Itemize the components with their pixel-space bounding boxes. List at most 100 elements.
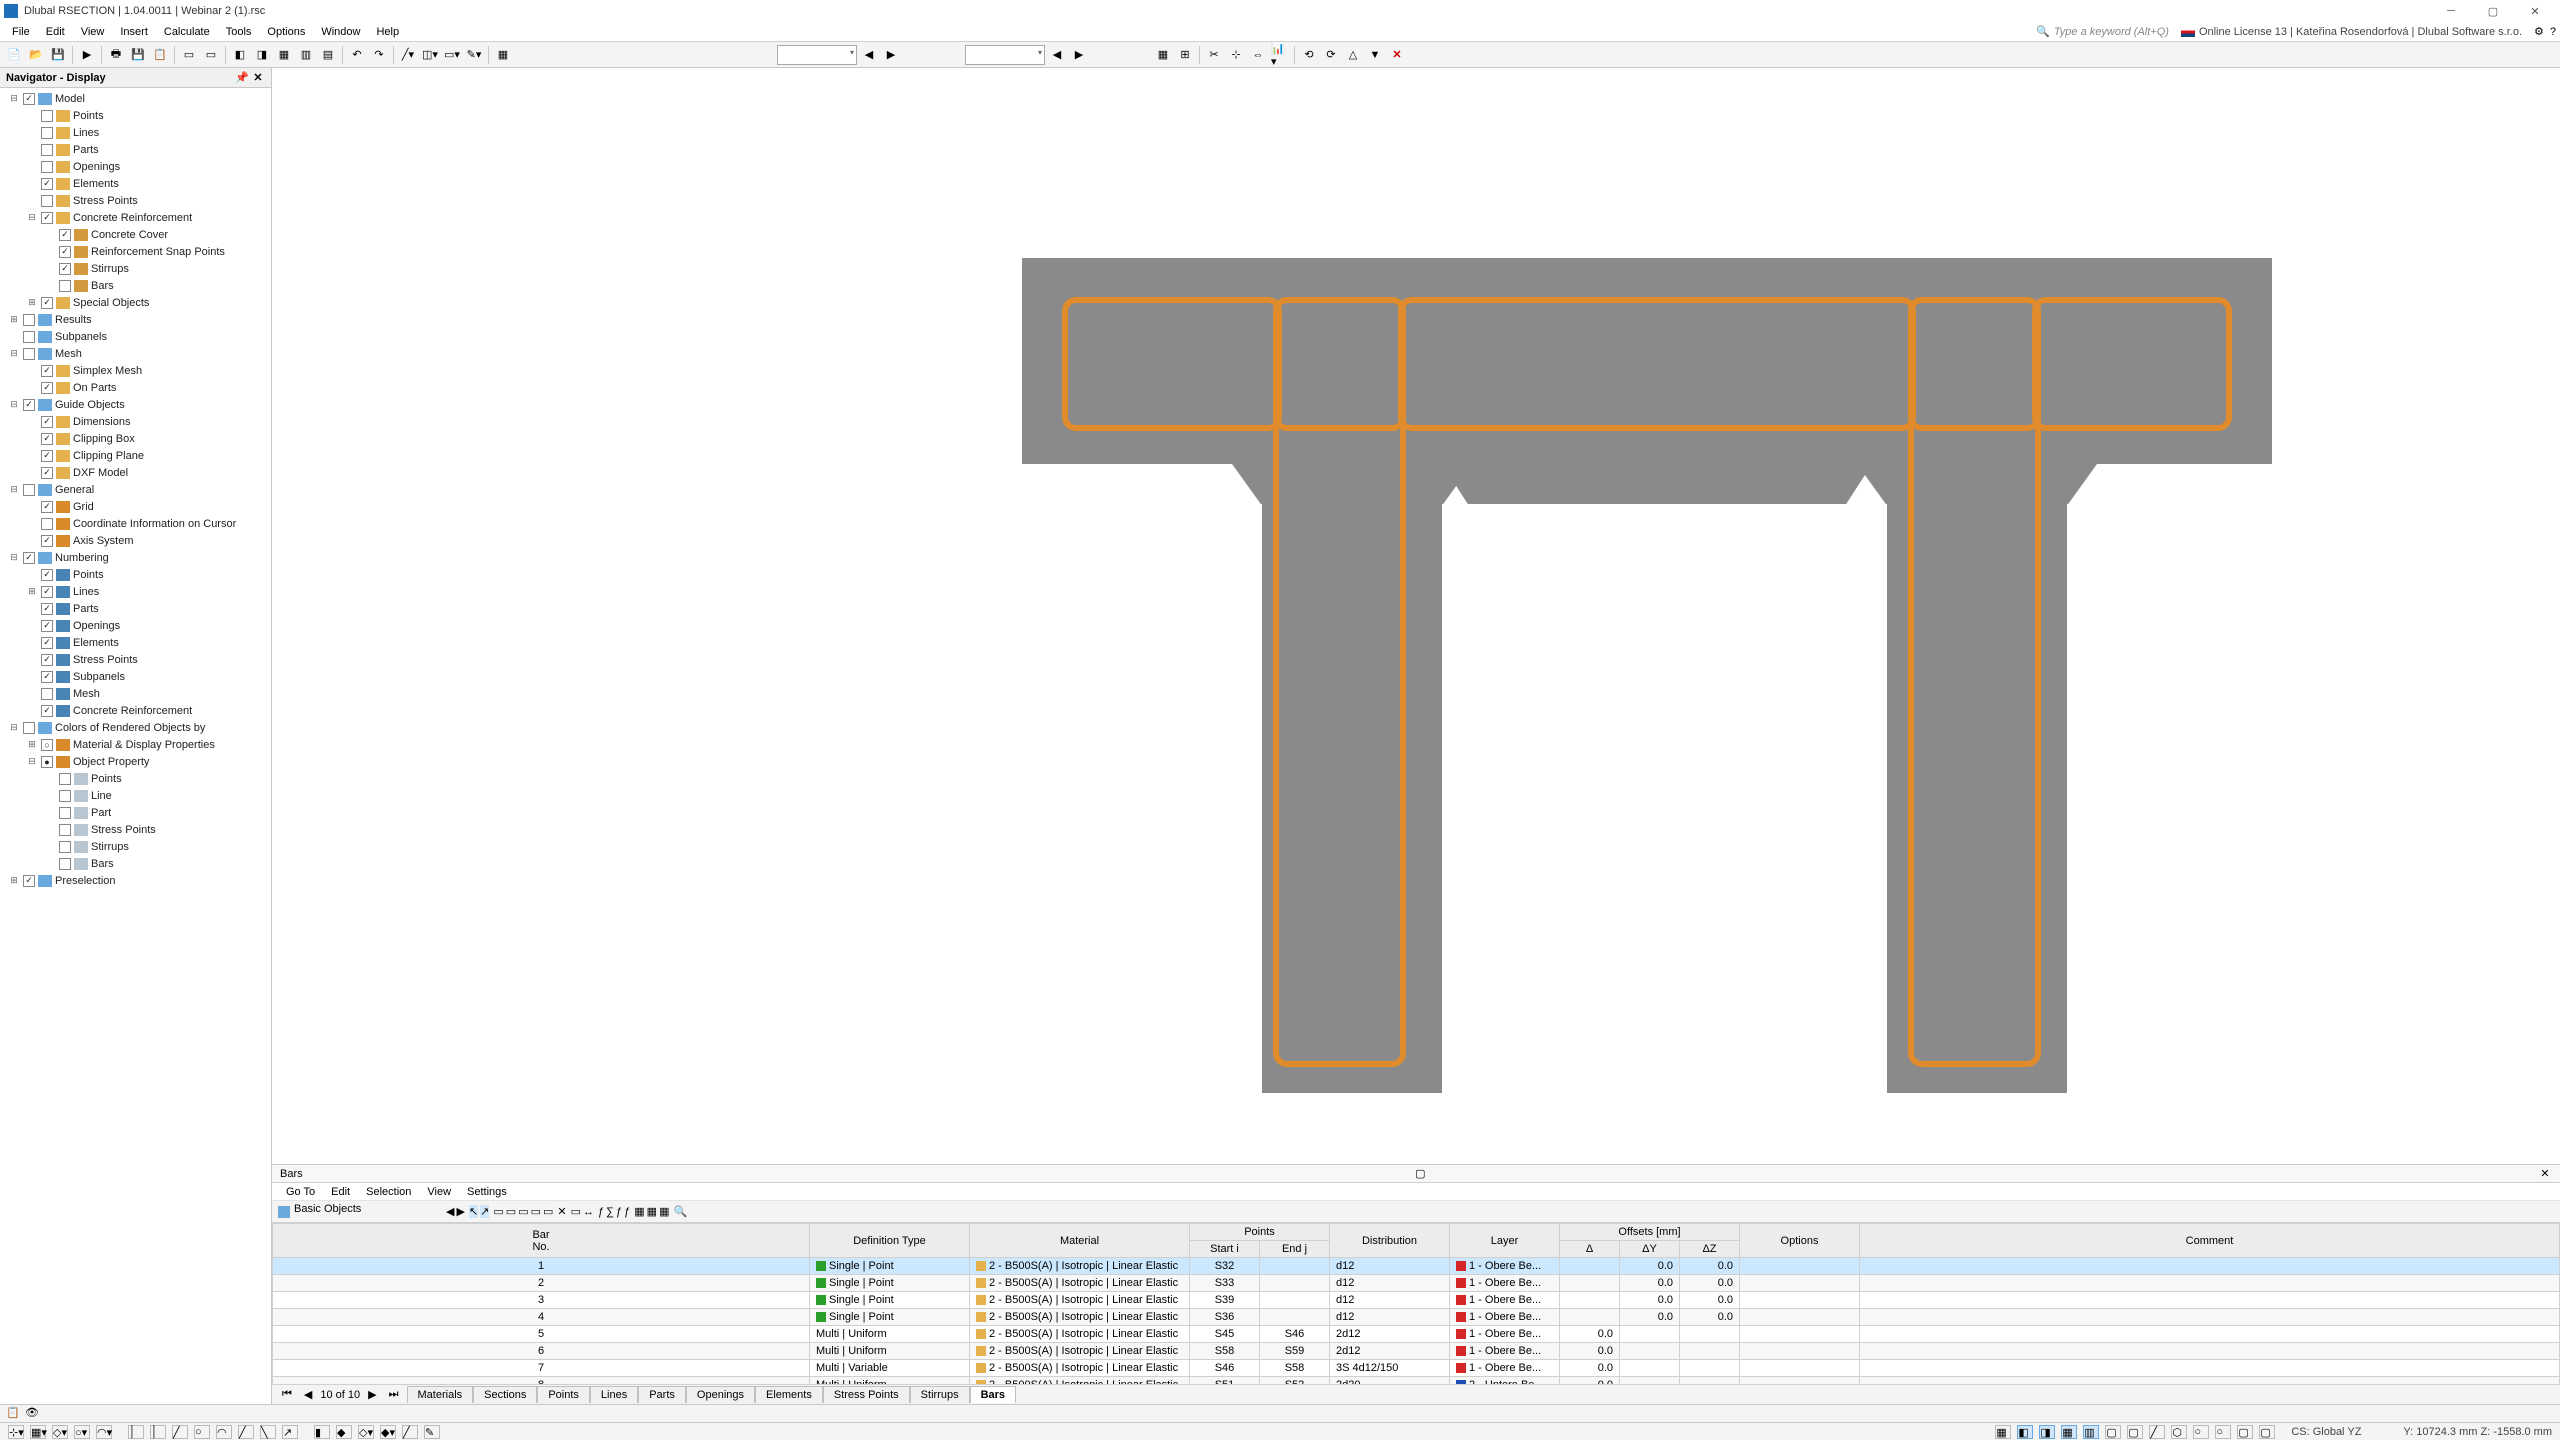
maximize-button[interactable]: ▢ xyxy=(2472,0,2514,22)
tbl-g2-icon[interactable]: ▦ xyxy=(647,1205,657,1218)
view5-icon[interactable]: ▤ xyxy=(318,45,338,65)
tbl-fn-icon[interactable]: ƒ xyxy=(598,1206,604,1218)
tree-preselection[interactable]: ⊞Preselection xyxy=(0,872,271,889)
next2-icon[interactable]: ▶ xyxy=(1069,45,1089,65)
sb-l5-icon[interactable]: ◠ xyxy=(216,1425,232,1439)
sb-snap-icon[interactable]: ⊹▾ xyxy=(8,1425,24,1439)
tree-lines[interactable]: ⊞Lines xyxy=(0,583,271,600)
save-icon[interactable]: 💾 xyxy=(48,45,68,65)
tbl-fn4-icon[interactable]: ƒ xyxy=(624,1206,630,1218)
navigator-tree[interactable]: ⊟ModelPointsLinesPartsOpeningsElementsSt… xyxy=(0,88,271,1404)
tree-mesh[interactable]: ⊟Mesh xyxy=(0,345,271,362)
menu-file[interactable]: File xyxy=(4,26,38,38)
combo-1[interactable] xyxy=(777,45,857,65)
tree-lines[interactable]: Lines xyxy=(0,124,271,141)
tree-guide-objects[interactable]: ⊟Guide Objects xyxy=(0,396,271,413)
redo-icon[interactable]: ↷ xyxy=(369,45,389,65)
tbl-fn3-icon[interactable]: ƒ xyxy=(616,1206,622,1218)
tbl-fn2-icon[interactable]: ∑ xyxy=(606,1206,614,1218)
tree-openings[interactable]: Openings xyxy=(0,617,271,634)
tab-sections[interactable]: Sections xyxy=(473,1386,537,1403)
sb-v12-icon[interactable]: ▢ xyxy=(2237,1425,2253,1439)
tbl-t2-icon[interactable]: ▭ xyxy=(506,1205,516,1218)
doc-icon[interactable]: ▭ xyxy=(179,45,199,65)
tree-model[interactable]: ⊟Model xyxy=(0,90,271,107)
rotate2-icon[interactable]: ⟳ xyxy=(1321,45,1341,65)
sb-n-icon[interactable]: ◆ xyxy=(336,1425,352,1439)
sb-l2-icon[interactable]: │ xyxy=(150,1425,166,1439)
next-icon[interactable]: ▶ xyxy=(881,45,901,65)
tbl-g1-icon[interactable]: ▦ xyxy=(634,1205,644,1218)
tbl-t3-icon[interactable]: ▭ xyxy=(518,1205,528,1218)
tree-openings[interactable]: Openings xyxy=(0,158,271,175)
prev2-icon[interactable]: ◀ xyxy=(1047,45,1067,65)
menu-window[interactable]: Window xyxy=(313,26,368,38)
menu-edit[interactable]: Edit xyxy=(38,26,73,38)
tree-stress-points[interactable]: Stress Points xyxy=(0,651,271,668)
sb-v10-icon[interactable]: ○ xyxy=(2193,1425,2209,1439)
sb-v3-icon[interactable]: ◨ xyxy=(2039,1425,2055,1439)
line-tool-icon[interactable]: ╱▾ xyxy=(398,45,418,65)
tree-object-property[interactable]: ⊟●Object Property xyxy=(0,753,271,770)
sb-a-icon[interactable]: ○▾ xyxy=(74,1425,90,1439)
tree-bars[interactable]: Bars xyxy=(0,277,271,294)
tab-materials[interactable]: Materials xyxy=(407,1386,474,1403)
tree-points[interactable]: Points xyxy=(0,566,271,583)
tree-reinforcement-snap-points[interactable]: Reinforcement Snap Points xyxy=(0,243,271,260)
menu-options[interactable]: Options xyxy=(259,26,313,38)
doc2-icon[interactable]: ▭ xyxy=(201,45,221,65)
tblmenu-settings[interactable]: Settings xyxy=(459,1186,515,1198)
table-row[interactable]: 3Single | Point2 - B500S(A) | Isotropic … xyxy=(273,1292,2560,1309)
table-row[interactable]: 4Single | Point2 - B500S(A) | Isotropic … xyxy=(273,1309,2560,1326)
sb-q-icon[interactable]: ╱ xyxy=(402,1425,418,1439)
tree-points[interactable]: Points xyxy=(0,770,271,787)
grid-icon[interactable]: ▦ xyxy=(1153,45,1173,65)
tab-lines[interactable]: Lines xyxy=(590,1386,638,1403)
tbl-search-icon[interactable]: 🔍 xyxy=(673,1205,687,1218)
tbl-t4-icon[interactable]: ▭ xyxy=(531,1205,541,1218)
table-grid[interactable]: BarNo.Definition TypeMaterialPointsDistr… xyxy=(272,1223,2560,1384)
measure-icon[interactable]: ✂ xyxy=(1204,45,1224,65)
sb-v7-icon[interactable]: ▢ xyxy=(2127,1425,2143,1439)
tree-grid[interactable]: Grid xyxy=(0,498,271,515)
table-close-icon[interactable]: ✕ xyxy=(2538,1167,2552,1180)
snap-icon[interactable]: ⊹ xyxy=(1226,45,1246,65)
sb-v2-icon[interactable]: ◧ xyxy=(2017,1425,2033,1439)
sb-l4-icon[interactable]: ○ xyxy=(194,1425,210,1439)
rect-tool-icon[interactable]: ▭▾ xyxy=(442,45,462,65)
open-icon[interactable]: 📂 xyxy=(26,45,46,65)
menu-tools[interactable]: Tools xyxy=(218,26,260,38)
panel2-icon[interactable]: 👁 xyxy=(25,1406,41,1422)
tblmenu-go-to[interactable]: Go To xyxy=(278,1186,323,1198)
tab-elements[interactable]: Elements xyxy=(755,1386,823,1403)
sb-v6-icon[interactable]: ▢ xyxy=(2105,1425,2121,1439)
x-icon[interactable]: ✕ xyxy=(1387,45,1407,65)
sb-b-icon[interactable]: ◠▾ xyxy=(96,1425,112,1439)
sb-v5-icon[interactable]: ▥ xyxy=(2083,1425,2099,1439)
tree-points[interactable]: Points xyxy=(0,107,271,124)
sb-v8-icon[interactable]: ╱ xyxy=(2149,1425,2165,1439)
tree-part[interactable]: Part xyxy=(0,804,271,821)
view3-icon[interactable]: ▦ xyxy=(274,45,294,65)
tree-axis-system[interactable]: Axis System xyxy=(0,532,271,549)
close-button[interactable]: ✕ xyxy=(2514,0,2556,22)
tbl-del-icon[interactable]: ✕ xyxy=(557,1205,566,1218)
draw-tool-icon[interactable]: ✎▾ xyxy=(464,45,484,65)
sb-osnap-icon[interactable]: ◇▾ xyxy=(52,1425,68,1439)
sb-p-icon[interactable]: ◆▾ xyxy=(380,1425,396,1439)
panel1-icon[interactable]: 📋 xyxy=(6,1406,22,1422)
sb-l3-icon[interactable]: ╱ xyxy=(172,1425,188,1439)
tab-parts[interactable]: Parts xyxy=(638,1386,686,1403)
tblmenu-edit[interactable]: Edit xyxy=(323,1186,358,1198)
sb-l6-icon[interactable]: ╱ xyxy=(238,1425,254,1439)
tbl-first-icon[interactable]: ⏮ xyxy=(278,1388,296,1401)
save2-icon[interactable]: 💾 xyxy=(128,45,148,65)
tbl-back-icon[interactable]: ◀ xyxy=(300,1388,316,1401)
sb-l1-icon[interactable]: │ xyxy=(128,1425,144,1439)
menu-insert[interactable]: Insert xyxy=(112,26,156,38)
tree-clipping-plane[interactable]: Clipping Plane xyxy=(0,447,271,464)
keyword-search[interactable]: Type a keyword (Alt+Q) xyxy=(2054,26,2169,38)
menu-help[interactable]: Help xyxy=(368,26,407,38)
table-row[interactable]: 6Multi | Uniform2 - B500S(A) | Isotropic… xyxy=(273,1343,2560,1360)
tbl-last-icon[interactable]: ⏭ xyxy=(385,1388,403,1401)
